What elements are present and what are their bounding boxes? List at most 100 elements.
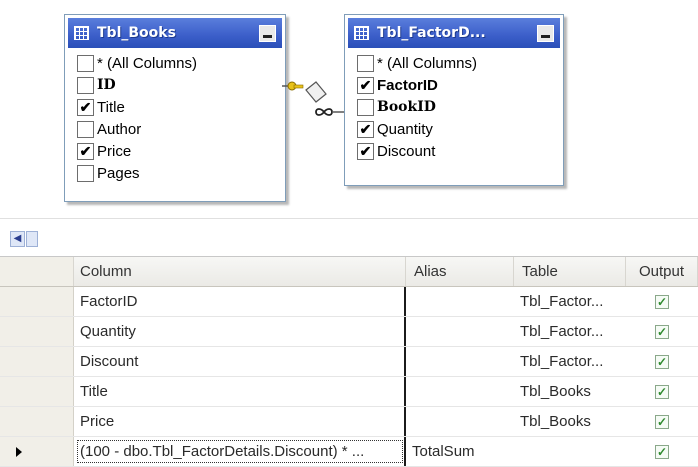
column-label: * (All Columns) xyxy=(377,54,478,72)
grid-row[interactable]: (100 - dbo.Tbl_FactorDetails.Discount) *… xyxy=(0,437,698,467)
output-cell[interactable]: ✓ xyxy=(626,407,698,436)
table-cell[interactable]: Tbl_Factor... xyxy=(514,317,626,346)
column-cell[interactable]: FactorID xyxy=(74,287,406,316)
minimize-button[interactable] xyxy=(259,24,276,42)
column-item[interactable]: ✔ FactorID xyxy=(357,74,563,96)
column-checkbox[interactable]: ✔ xyxy=(357,76,374,94)
check-icon: ✔ xyxy=(359,76,372,93)
key-icon xyxy=(287,81,304,91)
column-label: Discount xyxy=(377,142,436,160)
grid-row[interactable]: Discount Tbl_Factor... ✓ xyxy=(0,347,698,377)
column-checkbox[interactable] xyxy=(77,76,94,94)
arrow-left-icon: ◀ xyxy=(13,233,22,244)
column-cell[interactable]: (100 - dbo.Tbl_FactorDetails.Discount) *… xyxy=(74,437,406,466)
table-cell[interactable]: Tbl_Books xyxy=(514,377,626,406)
row-selector-header xyxy=(0,257,74,286)
output-cell[interactable]: ✓ xyxy=(626,287,698,316)
table-cell[interactable]: Tbl_Books xyxy=(514,407,626,436)
column-checkbox[interactable] xyxy=(357,54,374,72)
column-label: Quantity xyxy=(377,120,433,138)
row-selector[interactable] xyxy=(0,287,74,316)
output-cell[interactable]: ✓ xyxy=(626,437,698,466)
check-icon: ✓ xyxy=(656,354,668,369)
table-header[interactable]: Table xyxy=(514,257,626,286)
column-item[interactable]: ID xyxy=(77,74,285,96)
column-item[interactable]: BookID xyxy=(357,96,563,118)
column-cell[interactable]: Discount xyxy=(74,347,406,376)
column-checkbox[interactable] xyxy=(77,120,94,138)
column-item[interactable]: ✔ Price xyxy=(77,140,285,162)
column-header[interactable]: Column xyxy=(74,257,406,286)
column-cell[interactable]: Title xyxy=(74,377,406,406)
join-line[interactable] xyxy=(282,80,344,124)
column-item[interactable]: ✔ Discount xyxy=(357,140,563,162)
column-checkbox[interactable]: ✔ xyxy=(77,98,94,116)
table-box-factordetails[interactable]: Tbl_FactorD... * (All Columns) ✔ FactorID B… xyxy=(344,14,564,186)
column-label: Title xyxy=(97,98,125,116)
column-label: FactorID xyxy=(377,76,438,94)
check-icon: ✓ xyxy=(656,324,668,339)
output-cell[interactable]: ✓ xyxy=(626,317,698,346)
output-checkbox[interactable]: ✓ xyxy=(655,414,669,429)
alias-cell[interactable] xyxy=(406,407,514,436)
minimize-button[interactable] xyxy=(537,24,554,42)
grid-row[interactable]: Quantity Tbl_Factor... ✓ xyxy=(0,317,698,347)
output-checkbox[interactable]: ✓ xyxy=(655,384,669,399)
column-checkbox[interactable] xyxy=(77,54,94,72)
output-checkbox[interactable]: ✓ xyxy=(655,444,669,459)
column-item[interactable]: * (All Columns) xyxy=(77,52,285,74)
column-checkbox[interactable] xyxy=(77,164,94,182)
output-checkbox[interactable]: ✓ xyxy=(655,354,669,369)
alias-cell[interactable] xyxy=(406,317,514,346)
alias-cell[interactable]: TotalSum xyxy=(406,437,514,466)
table-box-books[interactable]: Tbl_Books * (All Columns) ID ✔ Title Author ✔… xyxy=(64,14,286,202)
infinity-icon xyxy=(315,108,344,116)
check-icon: ✔ xyxy=(359,142,372,159)
output-cell[interactable]: ✓ xyxy=(626,347,698,376)
column-checkbox[interactable] xyxy=(357,98,374,116)
column-item[interactable]: ✔ Quantity xyxy=(357,118,563,140)
table-cell[interactable]: Tbl_Factor... xyxy=(514,347,626,376)
horizontal-scrollbar[interactable]: ◀ xyxy=(0,218,698,257)
alias-cell[interactable] xyxy=(406,377,514,406)
scroll-left-button[interactable]: ◀ xyxy=(10,231,25,247)
row-selector[interactable] xyxy=(0,407,74,436)
column-item[interactable]: ✔ Title xyxy=(77,96,285,118)
column-list: * (All Columns) ID ✔ Title Author ✔ Price Pages xyxy=(65,51,285,188)
output-checkbox[interactable]: ✓ xyxy=(655,294,669,309)
column-checkbox[interactable]: ✔ xyxy=(357,142,374,160)
table-cell[interactable]: Tbl_Factor... xyxy=(514,287,626,316)
column-checkbox[interactable]: ✔ xyxy=(77,142,94,160)
row-selector[interactable] xyxy=(0,317,74,346)
table-cell[interactable] xyxy=(514,437,626,466)
table-title-bar[interactable]: Tbl_FactorD... xyxy=(348,18,560,48)
row-selector[interactable] xyxy=(0,347,74,376)
column-cell[interactable]: Price xyxy=(74,407,406,436)
column-label: Author xyxy=(97,120,142,138)
row-selector[interactable] xyxy=(0,377,74,406)
alias-header[interactable]: Alias xyxy=(406,257,514,286)
check-icon: ✓ xyxy=(656,384,668,399)
grid-header: Column Alias Table Output xyxy=(0,257,698,287)
check-icon: ✔ xyxy=(359,120,372,137)
column-item[interactable]: Pages xyxy=(77,162,285,184)
output-checkbox[interactable]: ✓ xyxy=(655,324,669,339)
table-icon xyxy=(74,26,89,40)
grid-row[interactable]: Price Tbl_Books ✓ xyxy=(0,407,698,437)
alias-cell[interactable] xyxy=(406,287,514,316)
column-item[interactable]: Author xyxy=(77,118,285,140)
criteria-grid: Column Alias Table Output FactorID Tbl_Fa… xyxy=(0,256,698,467)
output-cell[interactable]: ✓ xyxy=(626,377,698,406)
output-header[interactable]: Output xyxy=(626,257,698,286)
alias-cell[interactable] xyxy=(406,347,514,376)
row-selector[interactable] xyxy=(0,437,74,466)
grid-row[interactable]: FactorID Tbl_Factor... ✓ xyxy=(0,287,698,317)
scroll-thumb[interactable] xyxy=(26,231,38,247)
table-title-bar[interactable]: Tbl_Books xyxy=(68,18,282,48)
diagram-pane: Tbl_Books * (All Columns) ID ✔ Title Author ✔… xyxy=(0,0,698,218)
column-cell[interactable]: Quantity xyxy=(74,317,406,346)
check-icon: ✓ xyxy=(656,414,668,429)
grid-row[interactable]: Title Tbl_Books ✓ xyxy=(0,377,698,407)
column-item[interactable]: * (All Columns) xyxy=(357,52,563,74)
column-checkbox[interactable]: ✔ xyxy=(357,120,374,138)
